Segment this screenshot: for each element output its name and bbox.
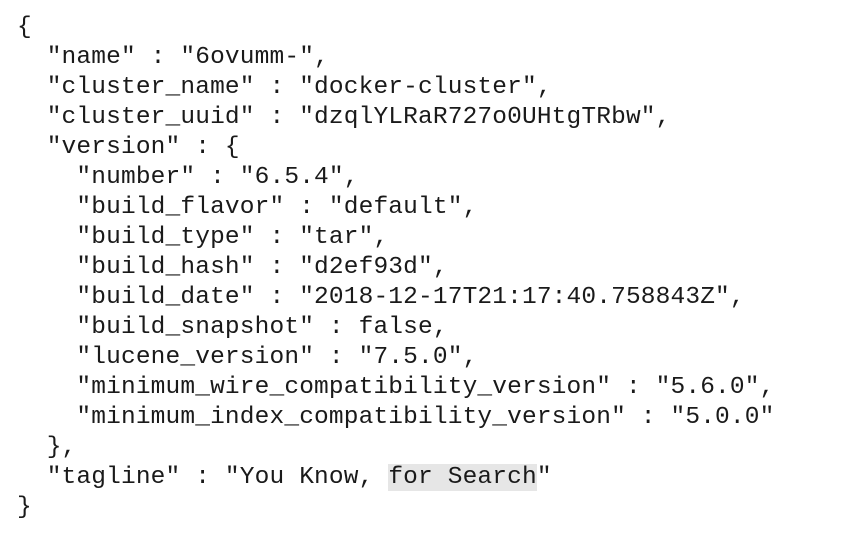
- json-line: },: [17, 434, 77, 461]
- tagline-prefix: "tagline" : "You Know,: [17, 464, 389, 491]
- json-line-tagline: "tagline" : "You Know, for Search": [17, 463, 847, 493]
- json-line: "build_flavor" : "default",: [17, 194, 478, 221]
- json-line: "build_snapshot" : false,: [17, 314, 448, 341]
- json-line: "version" : {: [17, 134, 240, 161]
- json-line: "name" : "6ovumm-",: [17, 44, 329, 71]
- selected-text[interactable]: for Search: [388, 464, 537, 491]
- json-line: "build_hash" : "d2ef93d",: [17, 254, 448, 281]
- json-response-viewer: { "name" : "6ovumm-", "cluster_name" : "…: [17, 13, 847, 523]
- json-line: "build_type" : "tar",: [17, 224, 389, 251]
- json-line: "minimum_wire_compatibility_version" : "…: [17, 374, 775, 401]
- json-line-closing: }: [17, 494, 32, 521]
- json-line: "cluster_uuid" : "dzqlYLRaR727o0UHtgTRbw…: [17, 104, 671, 131]
- json-line: "minimum_index_compatibility_version" : …: [17, 404, 775, 431]
- tagline-suffix: ": [536, 464, 552, 491]
- json-line: "number" : "6.5.4",: [17, 164, 359, 191]
- json-line: "lucene_version" : "7.5.0",: [17, 344, 478, 371]
- json-line: "build_date" : "2018-12-17T21:17:40.7588…: [17, 284, 745, 311]
- json-line: {: [17, 14, 32, 41]
- json-line: "cluster_name" : "docker-cluster",: [17, 74, 552, 101]
